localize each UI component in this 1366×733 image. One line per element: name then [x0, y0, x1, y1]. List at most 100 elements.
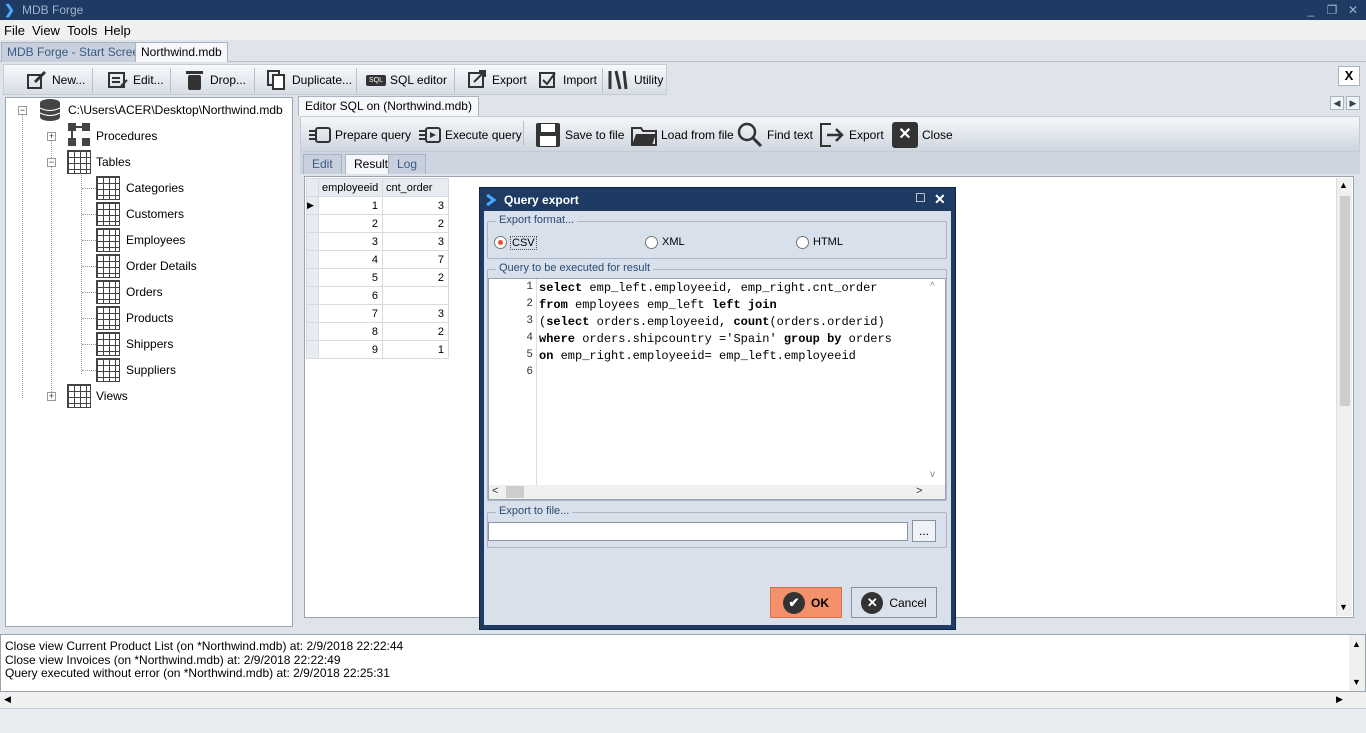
cell-employeeid[interactable]: 6 [318, 286, 383, 305]
close-window-button[interactable]: ✕ [1344, 2, 1362, 18]
cell-cnt-order[interactable]: 3 [382, 304, 449, 323]
tab-editor-sql[interactable]: Editor SQL on (Northwind.mdb) [298, 96, 479, 116]
scroll-down-icon[interactable]: ▼ [1352, 677, 1361, 687]
minimize-button[interactable]: _ [1302, 2, 1320, 18]
tab-scroll-right-button[interactable]: ▶ [1346, 96, 1360, 110]
browse-file-button[interactable]: ... [912, 520, 936, 542]
prepare-query-button[interactable]: Prepare query [307, 122, 411, 148]
tree-table-customers[interactable]: Customers [126, 207, 184, 221]
cell-employeeid[interactable]: 1 [318, 196, 383, 215]
cell-cnt-order[interactable]: 1 [382, 340, 449, 359]
close-editor-button[interactable]: ✕ Close [892, 122, 953, 148]
tab-scroll-left-button[interactable]: ◀ [1330, 96, 1344, 110]
scroll-left-icon[interactable]: < [492, 485, 498, 497]
menu-help[interactable]: Help [104, 23, 131, 38]
tree-root-label[interactable]: C:\Users\ACER\Desktop\Northwind.mdb [68, 103, 283, 117]
load-from-file-button[interactable]: Load from file [631, 122, 734, 148]
utility-button[interactable]: Utility [606, 68, 663, 92]
table-row[interactable]: 22 [306, 214, 449, 233]
new-button[interactable]: New... [26, 68, 85, 92]
tab-edit[interactable]: Edit [303, 154, 342, 174]
cell-employeeid[interactable]: 9 [318, 340, 383, 359]
collapse-tables-toggle[interactable]: − [47, 158, 56, 167]
cell-employeeid[interactable]: 5 [318, 268, 383, 287]
code-horizontal-scrollbar[interactable]: < > [489, 485, 945, 499]
tree-table-shippers[interactable]: Shippers [126, 337, 173, 351]
column-header-cnt-order[interactable]: cnt_order [382, 178, 449, 197]
cell-cnt-order[interactable]: 7 [382, 250, 449, 269]
restore-button[interactable]: ❐ [1323, 2, 1341, 18]
tab-start-screen[interactable]: MDB Forge - Start Screen [1, 42, 152, 62]
scroll-down-icon[interactable]: ▼ [1339, 602, 1348, 612]
cell-employeeid[interactable]: 4 [318, 250, 383, 269]
cell-cnt-order[interactable]: 2 [382, 268, 449, 287]
import-button[interactable]: Import [537, 68, 597, 92]
export-query-button[interactable]: Export [819, 122, 884, 148]
tree-procedures-label[interactable]: Procedures [96, 129, 157, 143]
xml-radio-label[interactable]: XML [662, 236, 685, 248]
expand-procedures-toggle[interactable]: + [47, 132, 56, 141]
table-row[interactable]: 91 [306, 340, 449, 359]
table-row[interactable]: 33 [306, 232, 449, 251]
tree-table-categories[interactable]: Categories [126, 181, 184, 195]
menu-file[interactable]: File [4, 23, 25, 38]
sql-editor-button[interactable]: SQL SQL editor [366, 68, 447, 92]
edit-button[interactable]: Edit... [107, 68, 164, 92]
scroll-thumb[interactable] [506, 486, 524, 498]
tree-table-suppliers[interactable]: Suppliers [126, 363, 176, 377]
cell-cnt-order[interactable]: 3 [382, 196, 449, 215]
table-row[interactable]: 73 [306, 304, 449, 323]
query-code-editor[interactable]: 1 2 3 4 5 6 select emp_left.employeeid, … [488, 278, 946, 500]
tree-table-employees[interactable]: Employees [126, 233, 185, 247]
code-scroll-down-icon[interactable]: v [930, 469, 935, 480]
xml-radio[interactable] [645, 236, 658, 249]
ok-button[interactable]: ✔ OK [770, 587, 842, 618]
cancel-button[interactable]: ✕ Cancel [851, 587, 937, 618]
dialog-maximize-button[interactable]: ☐ [915, 192, 927, 204]
cell-cnt-order[interactable]: 2 [382, 322, 449, 341]
dialog-close-button[interactable]: ✕ [934, 191, 946, 208]
html-radio[interactable] [796, 236, 809, 249]
duplicate-button[interactable]: Duplicate... [266, 68, 352, 92]
scroll-right-icon[interactable]: ▶ [1336, 694, 1343, 705]
csv-radio-label[interactable]: CSV [510, 236, 537, 250]
cell-employeeid[interactable]: 3 [318, 232, 383, 251]
log-horizontal-scrollbar[interactable]: ◀ ▶ [0, 692, 1366, 708]
table-row[interactable]: 6 [306, 286, 449, 305]
code-scroll-up-icon[interactable]: ^ [930, 281, 935, 292]
table-row[interactable]: ▶ 1 3 [306, 196, 449, 215]
table-row[interactable]: 47 [306, 250, 449, 269]
save-to-file-button[interactable]: Save to file [535, 122, 624, 148]
table-row[interactable]: 82 [306, 322, 449, 341]
result-vertical-scrollbar[interactable]: ▲ ▼ [1336, 178, 1352, 616]
log-vertical-scrollbar[interactable]: ▲ ▼ [1349, 635, 1365, 691]
close-panel-button[interactable]: X [1338, 66, 1360, 86]
collapse-root-toggle[interactable]: − [18, 106, 27, 115]
execute-query-button[interactable]: Execute query [417, 122, 522, 148]
tree-views-label[interactable]: Views [96, 389, 128, 403]
html-radio-label[interactable]: HTML [813, 236, 843, 248]
tab-log[interactable]: Log [388, 154, 427, 174]
csv-radio[interactable] [494, 236, 507, 249]
scroll-thumb[interactable] [1340, 196, 1350, 406]
tree-table-order-details[interactable]: Order Details [126, 259, 197, 273]
tree-tables-label[interactable]: Tables [96, 155, 131, 169]
drop-button[interactable]: Drop... [184, 68, 246, 92]
column-header-employeeid[interactable]: employeeid [318, 178, 383, 197]
cell-cnt-order[interactable] [382, 286, 449, 305]
scroll-right-icon[interactable]: > [916, 485, 922, 497]
expand-views-toggle[interactable]: + [47, 392, 56, 401]
cell-employeeid[interactable]: 2 [318, 214, 383, 233]
scroll-up-icon[interactable]: ▲ [1352, 639, 1361, 649]
export-button[interactable]: Export [466, 68, 527, 92]
cell-cnt-order[interactable]: 3 [382, 232, 449, 251]
table-row[interactable]: 52 [306, 268, 449, 287]
export-file-path-input[interactable] [488, 522, 908, 541]
tree-table-products[interactable]: Products [126, 311, 173, 325]
cell-cnt-order[interactable]: 2 [382, 214, 449, 233]
find-text-button[interactable]: Find text [737, 122, 813, 148]
cell-employeeid[interactable]: 7 [318, 304, 383, 323]
scroll-left-icon[interactable]: ◀ [4, 694, 11, 705]
cell-employeeid[interactable]: 8 [318, 322, 383, 341]
menu-view[interactable]: View [32, 23, 60, 38]
